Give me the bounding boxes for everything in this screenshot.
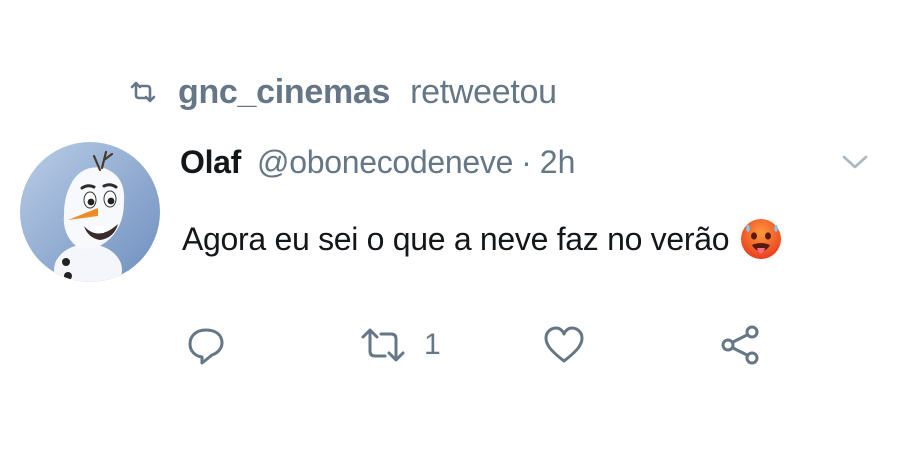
tweet-timestamp[interactable]: 2h bbox=[540, 144, 576, 181]
separator-dot: · bbox=[521, 144, 532, 180]
tweet-body: Agora eu sei o que a neve faz no verão bbox=[182, 216, 783, 262]
tweet-actions: 1 bbox=[0, 320, 900, 370]
retweet-icon bbox=[130, 81, 156, 103]
like-button[interactable] bbox=[543, 320, 585, 370]
retweet-icon bbox=[360, 327, 406, 363]
retweet-button[interactable]: 1 bbox=[360, 320, 441, 370]
author-name[interactable]: Olaf bbox=[180, 144, 241, 181]
olaf-avatar[interactable] bbox=[20, 142, 160, 282]
tweet-text: Agora eu sei o que a neve faz no verão bbox=[182, 220, 730, 257]
author-handle[interactable]: @obonecodeneve bbox=[257, 144, 513, 181]
share-icon bbox=[720, 324, 762, 366]
reply-icon bbox=[186, 325, 226, 365]
retweet-label: retweetou bbox=[410, 72, 557, 111]
retweet-count: 1 bbox=[424, 328, 441, 361]
hot-face-emoji bbox=[739, 217, 783, 261]
reply-button[interactable] bbox=[186, 320, 226, 370]
heart-icon bbox=[543, 325, 585, 365]
retweeter-username[interactable]: gnc_cinemas bbox=[178, 73, 390, 112]
tweet-header: Olaf @obonecodeneve · 2h bbox=[180, 144, 575, 188]
retweet-context: gnc_cinemas retweetou bbox=[130, 72, 557, 112]
chevron-down-icon[interactable] bbox=[840, 152, 870, 172]
share-button[interactable] bbox=[720, 320, 762, 370]
